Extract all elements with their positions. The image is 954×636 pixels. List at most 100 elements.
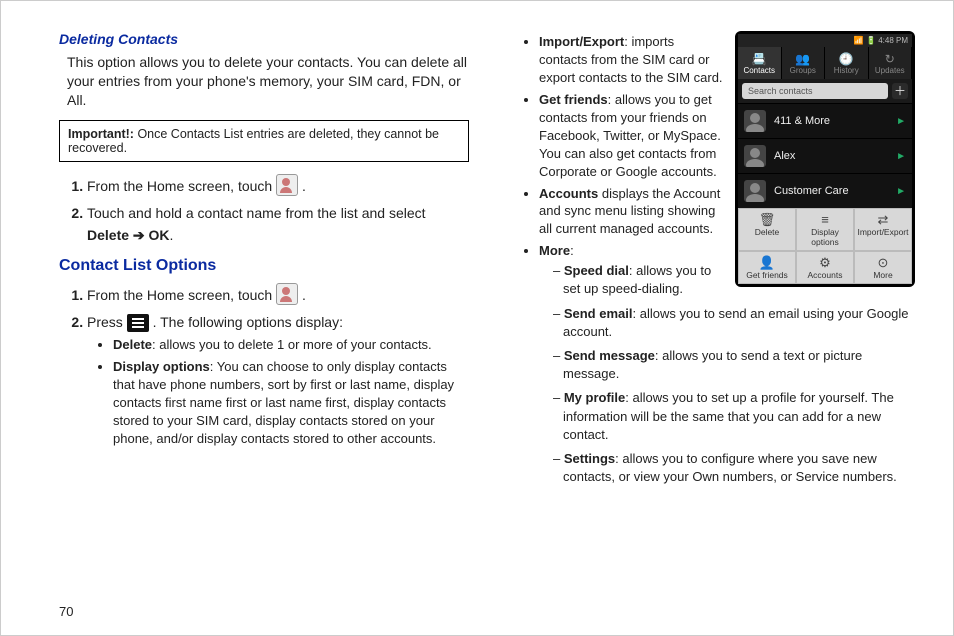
step-1: From the Home screen, touch . — [87, 174, 469, 198]
deleting-steps: From the Home screen, touch . Touch and … — [59, 174, 469, 247]
delete-icon: 🗑 — [739, 213, 795, 226]
contact-list-options-heading: Contact List Options — [59, 257, 469, 275]
opt-imp-label: Import/Export — [539, 34, 624, 49]
menu-label: Get friends — [746, 270, 788, 280]
contacts-list: 411 & More► Alex► Customer Care► — [738, 103, 912, 208]
status-bar: 📶 🔋 4:48 PM — [738, 34, 912, 47]
menu-more[interactable]: ⊙More — [854, 251, 912, 284]
add-contact-button[interactable]: ＋ — [892, 83, 908, 99]
tab-label: Groups — [790, 66, 816, 75]
tab-contacts[interactable]: 📇Contacts — [738, 47, 782, 79]
arrow-icon: ➔ — [133, 227, 149, 243]
menu-delete[interactable]: 🗑Delete — [738, 208, 796, 251]
phone-frame: 📶 🔋 4:48 PM 📇Contacts 👥Groups 🕘History ↻… — [735, 31, 915, 287]
step2-delete: Delete — [87, 227, 133, 243]
step2-text-a: Touch and hold a contact name from the l… — [87, 205, 426, 221]
menu-label: Display options — [811, 227, 839, 247]
avatar — [744, 110, 766, 132]
contacts-tab-icon: 📇 — [738, 53, 781, 65]
phone-screenshot: 📶 🔋 4:48 PM 📇Contacts 👥Groups 🕘History ↻… — [735, 31, 915, 287]
opt-delete-text: : allows you to delete 1 or more of your… — [152, 337, 432, 352]
more-label: My profile — [564, 390, 625, 405]
tab-label: Updates — [875, 66, 905, 75]
more-send-message: Send message: allows you to send a text … — [553, 347, 915, 383]
chevron-icon: ► — [896, 186, 906, 197]
tab-history[interactable]: 🕘History — [825, 47, 869, 79]
opt-acc-label: Accounts — [539, 186, 598, 201]
more-send-email: Send email: allows you to send an email … — [553, 305, 915, 341]
contact-row[interactable]: 411 & More► — [738, 103, 912, 138]
deleting-contacts-heading: Deleting Contacts — [59, 31, 469, 47]
clo1-text-a: From the Home screen, touch — [87, 287, 276, 303]
contacts-icon — [276, 174, 298, 196]
menu-label: More — [873, 270, 892, 280]
tab-label: Contacts — [743, 66, 775, 75]
contacts-tabs: 📇Contacts 👥Groups 🕘History ↻Updates — [738, 47, 912, 79]
more-settings: Settings: allows you to configure where … — [553, 450, 915, 486]
menu-get-friends[interactable]: 👤Get friends — [738, 251, 796, 284]
clo2-text-a: Press — [87, 314, 127, 330]
menu-icon — [127, 314, 149, 332]
more-label: Send message — [564, 348, 655, 363]
clo-step-2: Press . The following options display: D… — [87, 312, 469, 447]
two-column-layout: Deleting Contacts This option allows you… — [59, 31, 915, 492]
search-input[interactable]: Search contacts — [742, 83, 888, 99]
clo2-text-b: . The following options display: — [153, 314, 343, 330]
chevron-icon: ► — [896, 151, 906, 162]
search-row: Search contacts ＋ — [738, 79, 912, 103]
menu-display-options[interactable]: ≡Display options — [796, 208, 854, 251]
deleting-contacts-body: This option allows you to delete your co… — [59, 53, 469, 110]
updates-tab-icon: ↻ — [869, 53, 912, 65]
menu-label: Import/Export — [857, 227, 908, 237]
clo1-text-b: . — [302, 287, 306, 303]
options-menu-grid: 🗑Delete ≡Display options ⇄Import/Export … — [738, 208, 912, 284]
step2-ok: OK — [149, 227, 170, 243]
avatar — [744, 145, 766, 167]
step2-end: . — [170, 227, 174, 243]
display-options-icon: ≡ — [797, 213, 853, 226]
important-note: Important!: Once Contacts List entries a… — [59, 120, 469, 162]
page-number: 70 — [59, 604, 73, 619]
more-my-profile: My profile: allows you to set up a profi… — [553, 389, 915, 444]
chevron-icon: ► — [896, 116, 906, 127]
clo-options-left: Delete: allows you to delete 1 or more o… — [87, 336, 469, 448]
avatar — [744, 180, 766, 202]
groups-tab-icon: 👥 — [782, 53, 825, 65]
import-export-icon: ⇄ — [855, 213, 911, 226]
menu-label: Delete — [755, 227, 780, 237]
contact-name: Alex — [774, 150, 896, 162]
opt-delete-label: Delete — [113, 337, 152, 352]
important-label: Important!: — [68, 127, 134, 141]
opt-disp-label: Display options — [113, 359, 210, 374]
more-label: Send email — [564, 306, 633, 321]
contacts-icon — [276, 283, 298, 305]
opt-display-options: Display options: You can choose to only … — [113, 358, 469, 448]
contact-row[interactable]: Alex► — [738, 138, 912, 173]
menu-import-export[interactable]: ⇄Import/Export — [854, 208, 912, 251]
tab-updates[interactable]: ↻Updates — [869, 47, 913, 79]
left-column: Deleting Contacts This option allows you… — [59, 31, 469, 492]
contact-row[interactable]: Customer Care► — [738, 173, 912, 208]
history-tab-icon: 🕘 — [825, 53, 868, 65]
opt-more-colon: : — [570, 243, 574, 258]
tab-label: History — [834, 66, 859, 75]
tab-groups[interactable]: 👥Groups — [782, 47, 826, 79]
right-column: 📶 🔋 4:48 PM 📇Contacts 👥Groups 🕘History ↻… — [505, 31, 915, 492]
contact-name: 411 & More — [774, 115, 896, 127]
more-icon: ⊙ — [855, 256, 911, 269]
menu-accounts[interactable]: ⚙Accounts — [796, 251, 854, 284]
accounts-icon: ⚙ — [797, 256, 853, 269]
manual-page: Deleting Contacts This option allows you… — [0, 0, 954, 636]
menu-label: Accounts — [808, 270, 843, 280]
step-2: Touch and hold a contact name from the l… — [87, 203, 469, 246]
opt-more-label: More — [539, 243, 570, 258]
contact-name: Customer Care — [774, 185, 896, 197]
step1-text-a: From the Home screen, touch — [87, 178, 276, 194]
more-label: Speed dial — [564, 263, 629, 278]
more-sublist: Speed dial: allows you to set up speed-d… — [539, 262, 915, 486]
more-label: Settings — [564, 451, 615, 466]
get-friends-icon: 👤 — [739, 256, 795, 269]
clo-steps: From the Home screen, touch . Press . Th… — [59, 283, 469, 448]
step1-text-b: . — [302, 178, 306, 194]
opt-delete: Delete: allows you to delete 1 or more o… — [113, 336, 469, 354]
